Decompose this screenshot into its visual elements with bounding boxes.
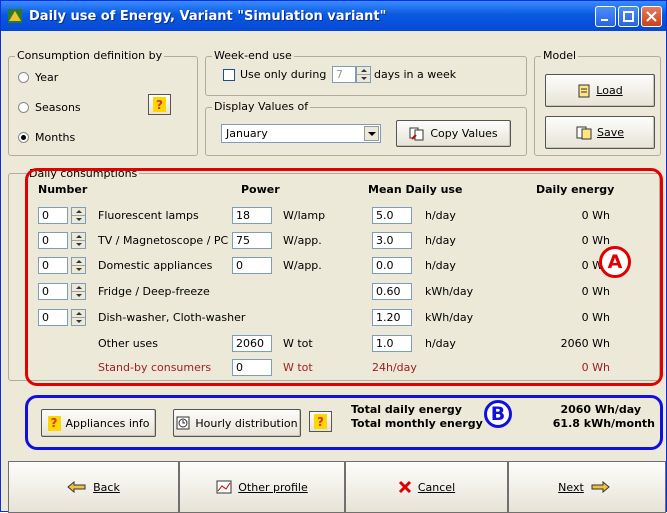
radio-seasons[interactable]: Seasons [18,101,81,114]
help-icon: ? [153,97,166,112]
save-icon [576,126,592,140]
next-button[interactable]: Next [508,461,666,513]
weekend-use-label: Week-end use [212,49,294,62]
annotation-box-b [25,395,663,450]
dropdown-arrow-icon[interactable] [364,126,379,141]
annotation-label-b: B [484,400,512,428]
next-hand-icon [590,481,610,493]
weekend-days-input[interactable]: 7 [332,66,356,83]
load-label: Load [596,84,623,97]
window-title: Daily use of Energy, Variant "Simulation… [29,8,387,24]
other-profile-label: Other profile [238,480,308,494]
load-button[interactable]: Load [545,74,655,107]
next-label: Next [558,480,584,494]
consumption-definition-label: Consumption definition by [15,49,165,62]
copy-values-button[interactable]: Copy Values [396,120,511,147]
minimize-button[interactable] [595,6,616,27]
back-hand-icon [67,481,87,493]
weekend-checkbox[interactable] [223,68,235,81]
other-profile-button[interactable]: Other profile [179,461,345,513]
weekend-checkbox-row[interactable]: Use only during [223,68,326,81]
display-values-label: Display Values of [212,100,311,113]
copy-values-label: Copy Values [430,127,498,140]
radio-months[interactable]: Months [18,131,75,144]
maximize-icon [623,11,634,22]
radio-year-indicator[interactable] [18,72,29,83]
weekend-checkbox-label: Use only during [240,68,327,81]
radio-months-label: Months [35,131,76,144]
cancel-button[interactable]: Cancel [345,461,508,513]
copy-icon [409,127,425,141]
maximize-button[interactable] [618,6,639,27]
cancel-label: Cancel [417,480,456,494]
back-label: Back [93,480,120,494]
app-icon [8,9,22,23]
radio-months-indicator[interactable] [18,132,29,143]
annotation-box-a [25,168,663,386]
minimize-icon [601,19,608,21]
radio-year[interactable]: Year [18,71,58,84]
model-label: Model [541,49,579,62]
annotation-label-a: A [599,246,631,278]
save-label: Save [596,126,624,139]
save-button[interactable]: Save [545,116,655,149]
back-button[interactable]: Back [8,461,179,513]
chart-icon [216,480,232,494]
daily-energy-window: Daily use of Energy, Variant "Simulation… [0,0,667,513]
weekend-days-spinner[interactable] [356,66,371,83]
month-select-value: January [226,127,268,140]
radio-year-label: Year [35,71,59,84]
radio-seasons-label: Seasons [35,101,81,114]
month-select[interactable]: January [221,124,381,143]
radio-seasons-indicator[interactable] [18,102,29,113]
consumption-help-button[interactable]: ? [148,94,171,115]
cancel-x-icon [398,480,412,494]
load-icon [577,84,591,98]
weekend-days-suffix: days in a week [374,68,457,81]
title-bar: Daily use of Energy, Variant "Simulation… [1,1,666,31]
close-button[interactable] [641,6,662,27]
close-icon [646,11,657,22]
